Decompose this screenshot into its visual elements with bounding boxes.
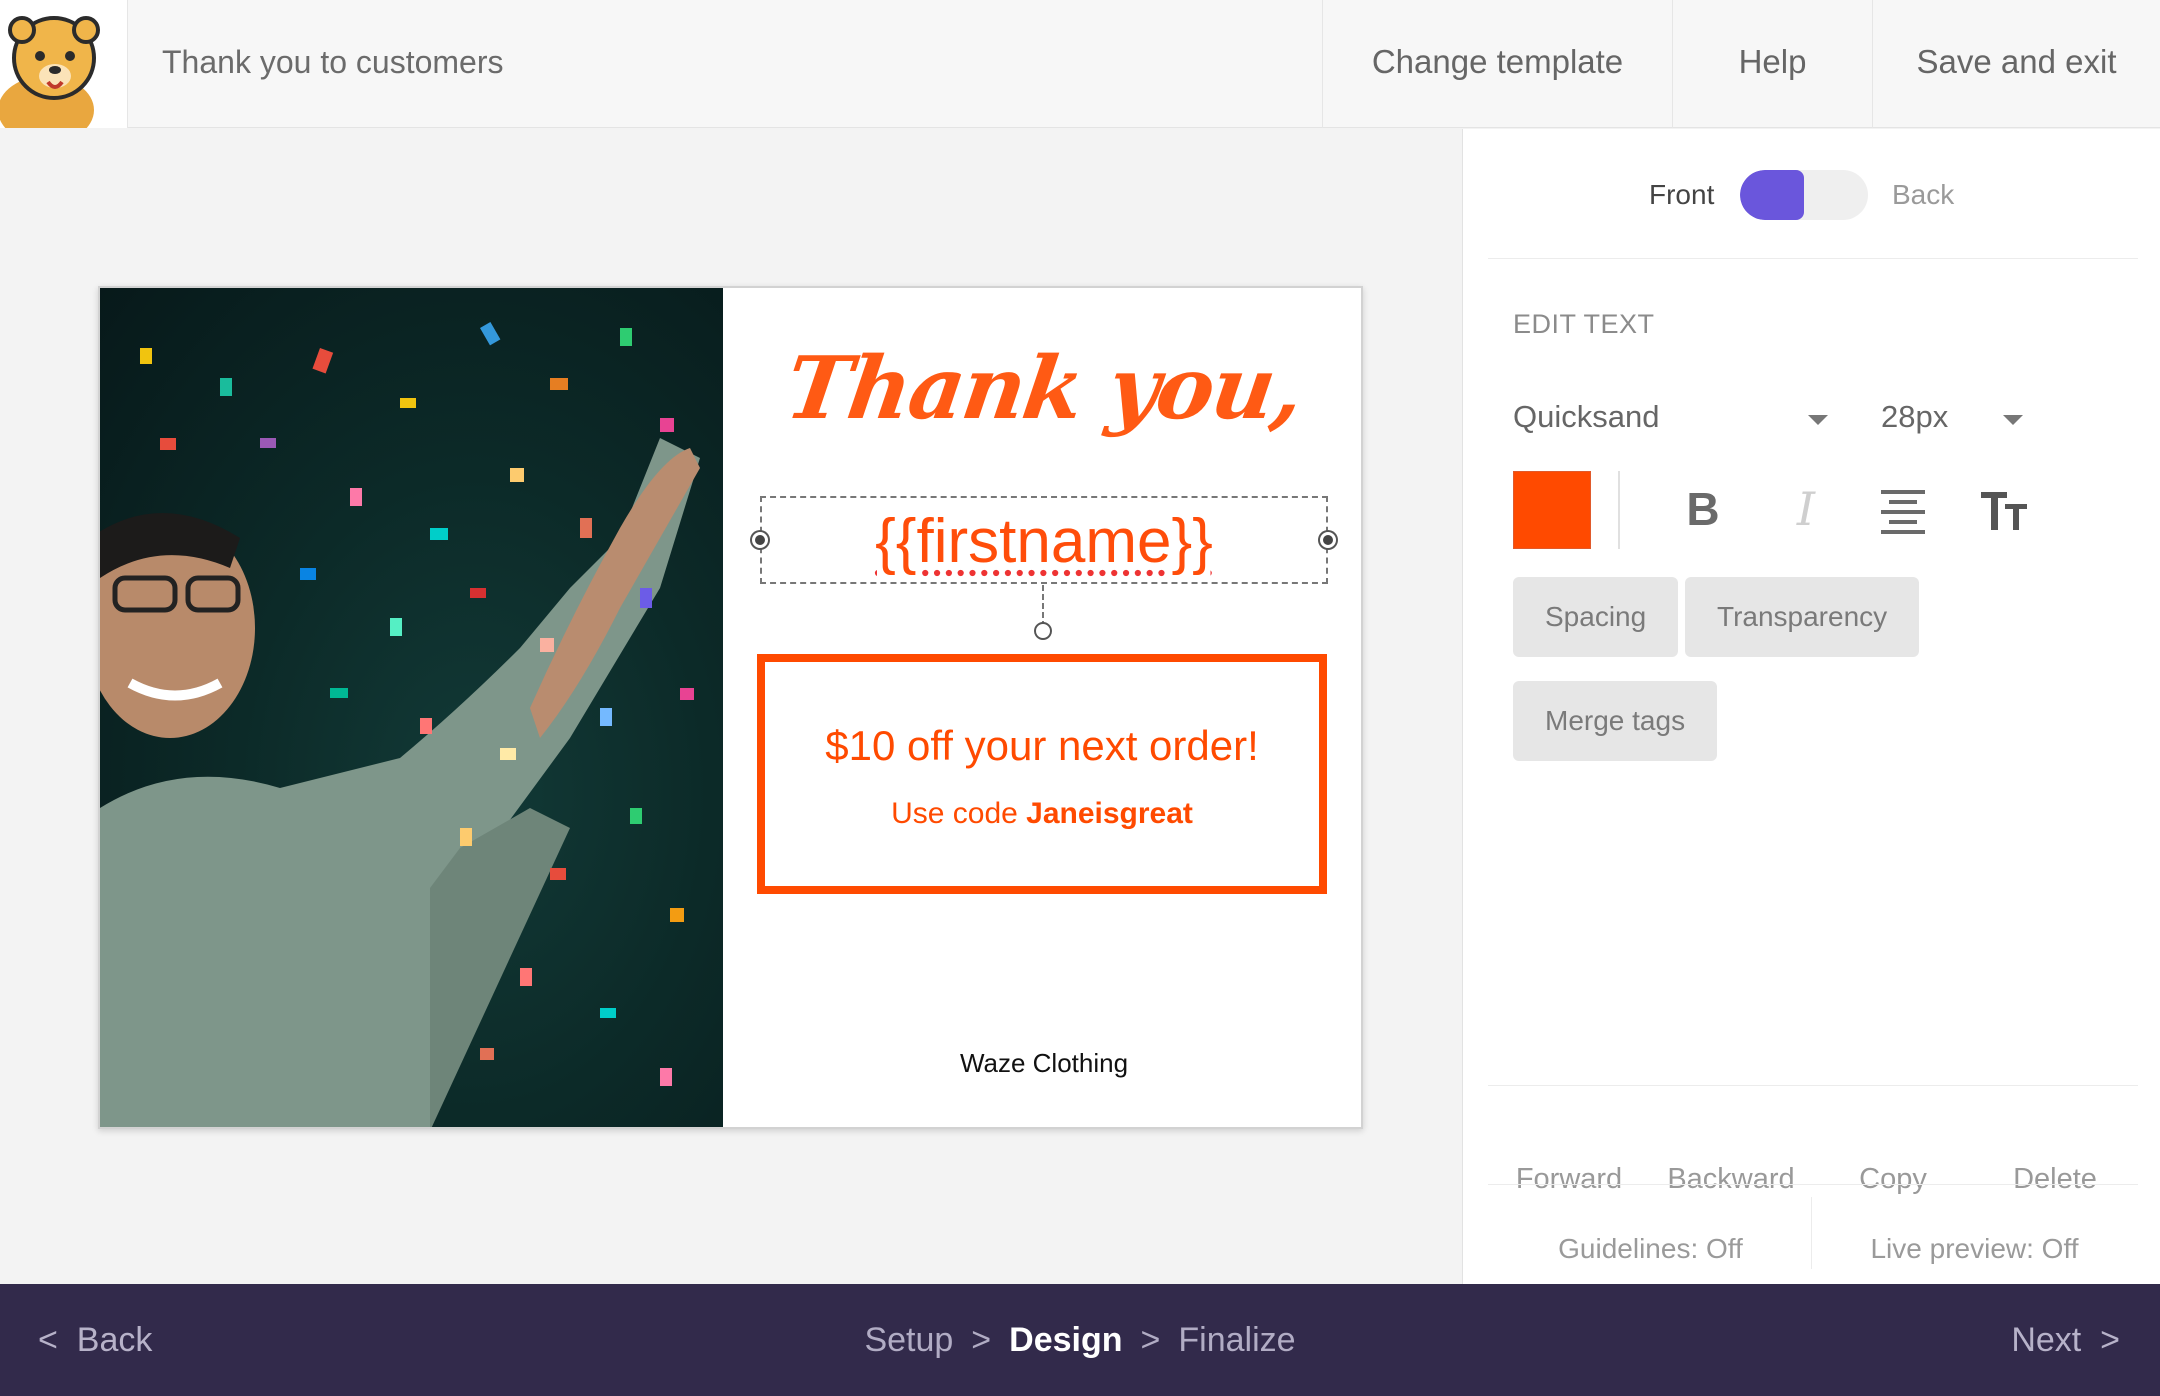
card-message-panel: Thank you, {{firstname}} $10 off your ne… [723, 288, 1361, 1127]
front-label[interactable]: Front [1649, 179, 1714, 211]
app-logo[interactable] [0, 0, 128, 128]
live-preview-toggle[interactable]: Live preview: Off [1812, 1214, 2137, 1284]
postcard-preview: Thank you, {{firstname}} $10 off your ne… [98, 286, 1363, 1129]
wizard-footer: < Back Setup > Design > Finalize Next > [0, 1284, 2160, 1396]
change-template-button[interactable]: Change template [1322, 0, 1672, 128]
step-breadcrumb: Setup > Design > Finalize [0, 1284, 2160, 1396]
promo-code-prefix: Use code [891, 797, 1027, 830]
toolbar-separator [1618, 471, 1620, 549]
edit-panel: Front Back EDIT TEXT Quicksand 28px B I … [1462, 129, 2160, 1284]
save-and-exit-button[interactable]: Save and exit [1872, 0, 2160, 128]
rotate-handle[interactable] [1034, 622, 1052, 640]
spacing-button[interactable]: Spacing [1513, 577, 1679, 657]
edit-text-heading: EDIT TEXT [1513, 309, 1655, 339]
italic-icon[interactable]: I [1776, 484, 1836, 534]
firstname-merge-text[interactable]: {{firstname}} [762, 506, 1326, 577]
rotate-connector [1042, 585, 1044, 627]
chevron-right-icon: > [2100, 1321, 2120, 1359]
chevron-right-icon: > [1140, 1321, 1161, 1359]
top-bar: Thank you to customers Change template H… [0, 0, 2160, 128]
document-title[interactable]: Thank you to customers [162, 0, 503, 124]
brand-name[interactable]: Waze Clothing [723, 1048, 1361, 1079]
text-color-swatch[interactable] [1513, 471, 1591, 549]
merge-tags-button[interactable]: Merge tags [1513, 681, 1718, 761]
help-button[interactable]: Help [1672, 0, 1872, 128]
promo-code-line: Use code Janeisgreat [765, 797, 1319, 831]
card-side-switch: Front Back [1463, 129, 2160, 259]
front-back-toggle[interactable] [1740, 170, 1868, 220]
promo-code: Janeisgreat [1026, 797, 1193, 830]
font-dropdown-caret-icon[interactable] [1808, 415, 1828, 425]
design-canvas: Thank you, {{firstname}} $10 off your ne… [0, 129, 1462, 1284]
promo-headline: $10 off your next order! [825, 722, 1259, 769]
divider [1488, 1085, 2138, 1086]
divider [1488, 258, 2138, 259]
font-size-select[interactable]: 28px [1881, 399, 1948, 435]
toggle-knob [1740, 170, 1804, 220]
bold-icon[interactable]: B [1673, 484, 1733, 534]
confetti-photo[interactable] [100, 288, 723, 1127]
divider [1488, 1184, 2138, 1185]
text-size-icon[interactable] [1975, 484, 2035, 534]
step-finalize[interactable]: Finalize [1178, 1321, 1295, 1359]
confetti-photo-illustration [100, 322, 700, 1127]
size-dropdown-caret-icon[interactable] [2003, 415, 2023, 425]
guidelines-toggle[interactable]: Guidelines: Off [1488, 1214, 1813, 1284]
bear-logo-icon [0, 16, 100, 128]
back-label[interactable]: Back [1892, 179, 1954, 211]
selected-text-box[interactable]: {{firstname}} [752, 496, 1336, 584]
align-center-icon[interactable] [1873, 484, 1933, 534]
next-label: Next [2011, 1321, 2082, 1359]
chevron-right-icon: > [971, 1321, 992, 1359]
promo-box[interactable]: $10 off your next order! Use code Janeis… [757, 654, 1327, 894]
font-family-select[interactable]: Quicksand [1513, 399, 1659, 435]
transparency-button[interactable]: Transparency [1685, 577, 1920, 657]
next-button[interactable]: Next > [2011, 1284, 2120, 1396]
headline-text[interactable]: Thank you, [716, 338, 1361, 439]
firstname-merge-tag: {{firstname}} [875, 507, 1213, 576]
step-setup[interactable]: Setup [864, 1321, 953, 1359]
step-design[interactable]: Design [1009, 1321, 1122, 1359]
